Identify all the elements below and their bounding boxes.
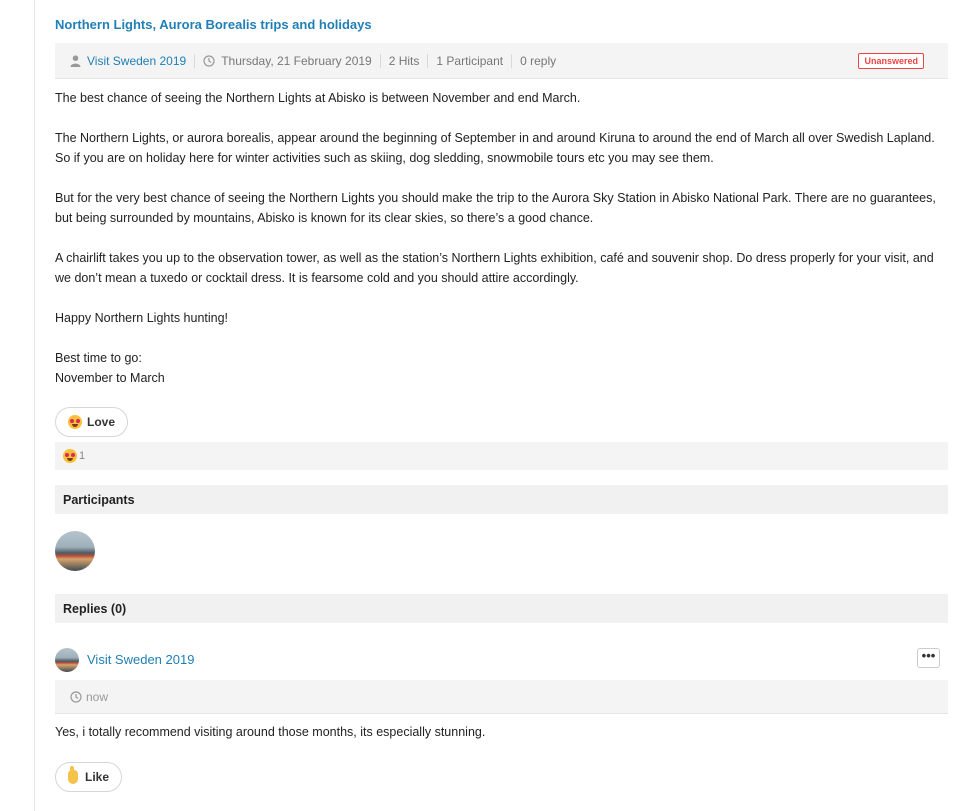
replies-count: 0 reply [520, 53, 557, 68]
meta-divider [511, 53, 513, 68]
reply-author-avatar[interactable] [55, 648, 79, 672]
participant-avatar[interactable] [55, 531, 95, 571]
heart-eyes-emoji-icon [68, 415, 82, 429]
date-meta: Thursday, 21 February 2019 [203, 54, 372, 68]
author-link[interactable]: Visit Sweden 2019 [87, 54, 186, 68]
thumbs-up-icon [68, 766, 78, 784]
user-icon [70, 54, 81, 67]
status-badge: Unanswered [858, 53, 924, 69]
replies-heading-text: Replies (0) [63, 601, 127, 616]
meta-divider [427, 53, 429, 68]
body-paragraph: Happy Northern Lights hunting! [55, 311, 229, 325]
topic-meta-bar: Visit Sweden 2019 Thursday, 21 February … [55, 43, 948, 79]
like-reaction-button[interactable]: Like [55, 762, 123, 792]
clock-icon [203, 54, 215, 67]
love-reaction-button[interactable]: Love [55, 407, 129, 437]
participants-heading-text: Participants [63, 492, 135, 507]
meta-divider [379, 53, 381, 68]
replies-heading: Replies (0) [55, 594, 948, 623]
participants-heading: Participants [55, 485, 948, 514]
hits-count: 2 Hits [388, 53, 420, 68]
reply-author-link[interactable]: Visit Sweden 2019 [87, 652, 194, 667]
participants-count: 1 Participant [436, 53, 504, 68]
reply-options-button[interactable]: ••• [917, 648, 940, 668]
reply-meta-bar: now [55, 680, 948, 714]
left-divider [34, 0, 35, 811]
best-time-label: Best time to go: [55, 351, 142, 365]
heart-eyes-emoji-icon [63, 449, 77, 463]
body-paragraph: The best chance of seeing the Northern L… [55, 91, 581, 105]
best-time-value: November to March [55, 371, 165, 385]
love-button-label: Love [87, 415, 116, 429]
love-count: 1 [79, 450, 86, 462]
post-date: Thursday, 21 February 2019 [221, 53, 372, 68]
clock-icon [70, 690, 82, 703]
like-button-label: Like [85, 770, 110, 784]
body-paragraph: But for the very best chance of seeing t… [55, 191, 936, 225]
reply-time: now [86, 689, 109, 704]
reply-text: Yes, i totally recommend visiting around… [55, 725, 486, 739]
body-paragraph: The Northern Lights, or aurora borealis,… [55, 131, 935, 165]
meta-divider [194, 53, 196, 68]
topic-title-link[interactable]: Northern Lights, Aurora Borealis trips a… [55, 17, 372, 32]
author-meta[interactable]: Visit Sweden 2019 [70, 54, 186, 68]
more-icon: ••• [921, 648, 936, 663]
reaction-summary[interactable]: 1 [55, 442, 948, 470]
body-paragraph: A chairlift takes you up to the observat… [55, 251, 934, 285]
topic-body: The best chance of seeing the Northern L… [55, 88, 948, 388]
